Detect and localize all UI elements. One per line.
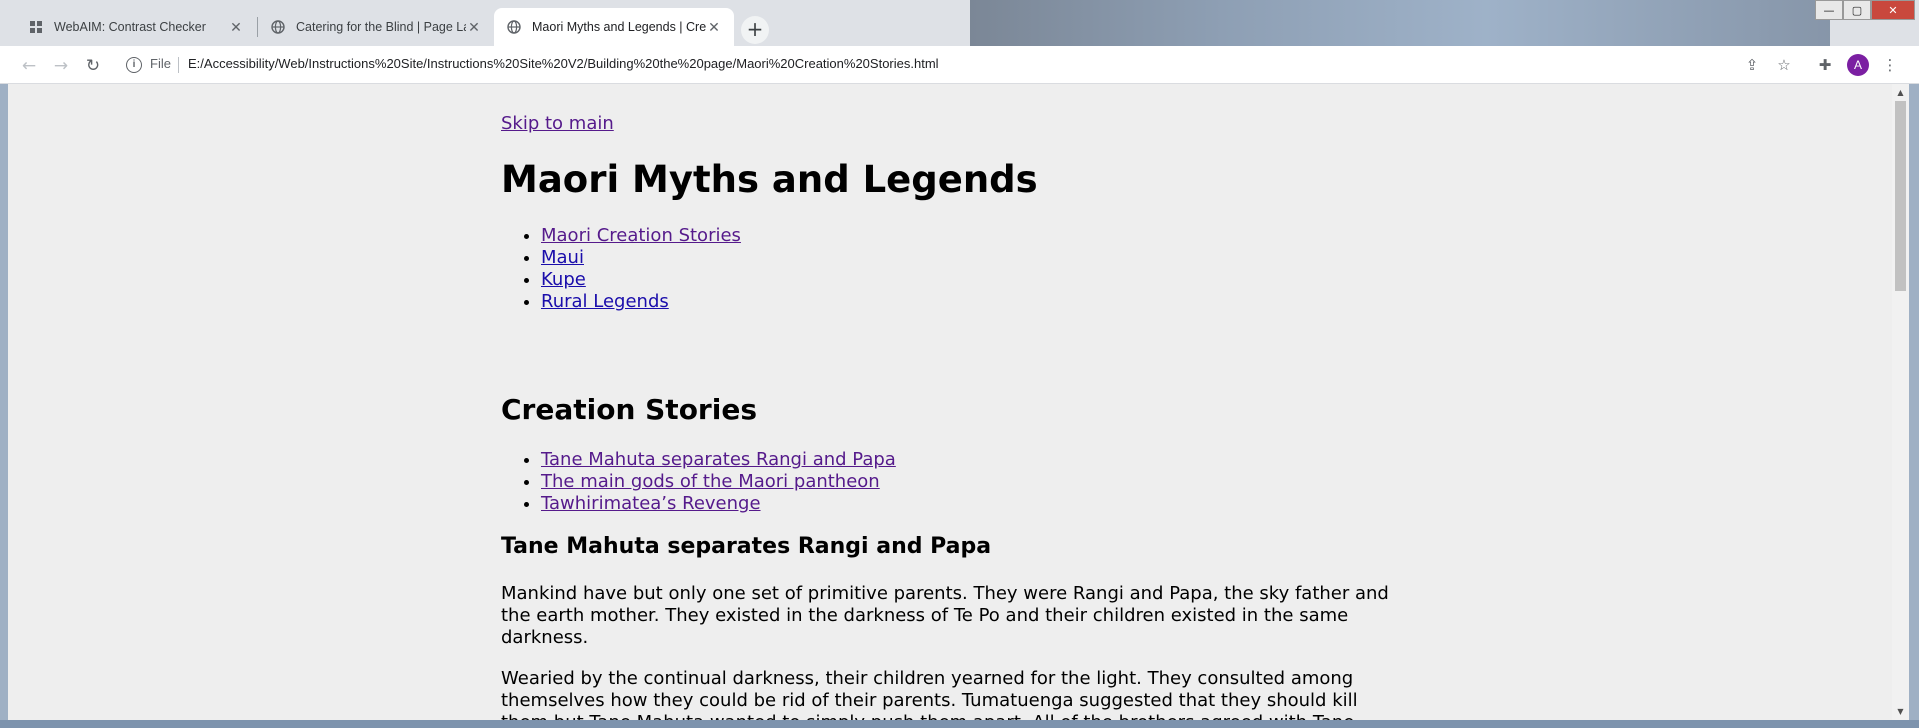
new-tab-button[interactable]: + (741, 16, 769, 44)
page-title: Maori Myths and Legends (501, 158, 1038, 201)
extensions-icon[interactable]: ✚ (1815, 55, 1835, 75)
scrollbar-thumb[interactable] (1895, 101, 1906, 291)
address-bar[interactable]: i File E:/Accessibility/Web/Instructions… (118, 51, 1758, 79)
close-window-button[interactable]: ✕ (1871, 0, 1915, 20)
nav-link-kupe[interactable]: Kupe (541, 269, 586, 290)
divider (178, 57, 179, 73)
site-nav: Maori Creation Stories Maui Kupe Rural L… (501, 225, 741, 313)
browser-toolbar: ← → ↻ i File E:/Accessibility/Web/Instru… (0, 46, 1919, 84)
minimize-button[interactable]: — (1815, 0, 1843, 20)
grid-icon (28, 19, 44, 35)
share-icon[interactable]: ⇪ (1742, 55, 1762, 75)
tab-catering[interactable]: Catering for the Blind | Page Layout ✕ (258, 8, 494, 46)
list-item: Tawhirimatea’s Revenge (541, 493, 896, 515)
scroll-down-icon[interactable]: ▼ (1892, 703, 1909, 720)
list-item: The main gods of the Maori pantheon (541, 471, 896, 493)
section-title: Creation Stories (501, 393, 757, 426)
desktop-background (970, 0, 1830, 46)
nav-link-rural-legends[interactable]: Rural Legends (541, 291, 669, 312)
list-item: Kupe (541, 269, 741, 291)
story-link-tawhirimatea[interactable]: Tawhirimatea’s Revenge (541, 493, 761, 514)
story-link-main-gods[interactable]: The main gods of the Maori pantheon (541, 471, 880, 492)
list-item: Maui (541, 247, 741, 269)
list-item: Maori Creation Stories (541, 225, 741, 247)
skip-to-main-link[interactable]: Skip to main (501, 113, 614, 134)
list-item: Rural Legends (541, 291, 741, 313)
nav-link-maui[interactable]: Maui (541, 247, 584, 268)
scroll-up-icon[interactable]: ▲ (1892, 84, 1909, 101)
story-paragraph: Wearied by the continual darkness, their… (501, 668, 1358, 720)
star-icon[interactable]: ☆ (1774, 55, 1794, 75)
info-icon[interactable]: i (126, 57, 142, 73)
story-paragraph: Mankind have but only one set of primiti… (501, 583, 1389, 648)
tab-strip: WebAIM: Contrast Checker ✕ Catering for … (0, 0, 1919, 46)
close-icon[interactable]: ✕ (466, 19, 482, 35)
avatar[interactable]: A (1847, 54, 1869, 76)
vertical-scrollbar[interactable]: ▲ ▼ (1892, 84, 1909, 720)
maximize-button[interactable]: ▢ (1843, 0, 1871, 20)
close-icon[interactable]: ✕ (706, 19, 722, 35)
globe-icon (506, 19, 522, 35)
window-frame (0, 84, 8, 728)
close-icon[interactable]: ✕ (228, 19, 244, 35)
window-frame (1909, 84, 1919, 728)
back-arrow-icon[interactable]: ← (17, 54, 41, 78)
forward-arrow-icon[interactable]: → (49, 54, 73, 78)
story-heading: Tane Mahuta separates Rangi and Papa (501, 534, 992, 559)
story-link-tane-mahuta[interactable]: Tane Mahuta separates Rangi and Papa (541, 449, 896, 470)
tab-webaim[interactable]: WebAIM: Contrast Checker ✕ (16, 8, 256, 46)
tab-title: Catering for the Blind | Page Layout (296, 20, 466, 34)
url-text[interactable]: E:/Accessibility/Web/Instructions%20Site… (188, 56, 939, 71)
page-viewport: Skip to main Maori Myths and Legends Mao… (8, 84, 1892, 720)
window-frame (0, 720, 1919, 728)
nav-link-creation-stories[interactable]: Maori Creation Stories (541, 225, 741, 246)
tab-title: WebAIM: Contrast Checker (54, 20, 206, 34)
story-list: Tane Mahuta separates Rangi and Papa The… (501, 449, 896, 515)
tab-title: Maori Myths and Legends | Creation Stori… (532, 20, 706, 34)
reload-icon[interactable]: ↻ (81, 54, 105, 78)
menu-icon[interactable]: ⋮ (1880, 55, 1900, 75)
globe-icon (270, 19, 286, 35)
security-chip[interactable]: File (150, 56, 171, 71)
list-item: Tane Mahuta separates Rangi and Papa (541, 449, 896, 471)
tab-maori-myths[interactable]: Maori Myths and Legends | Creation Stori… (494, 8, 734, 46)
